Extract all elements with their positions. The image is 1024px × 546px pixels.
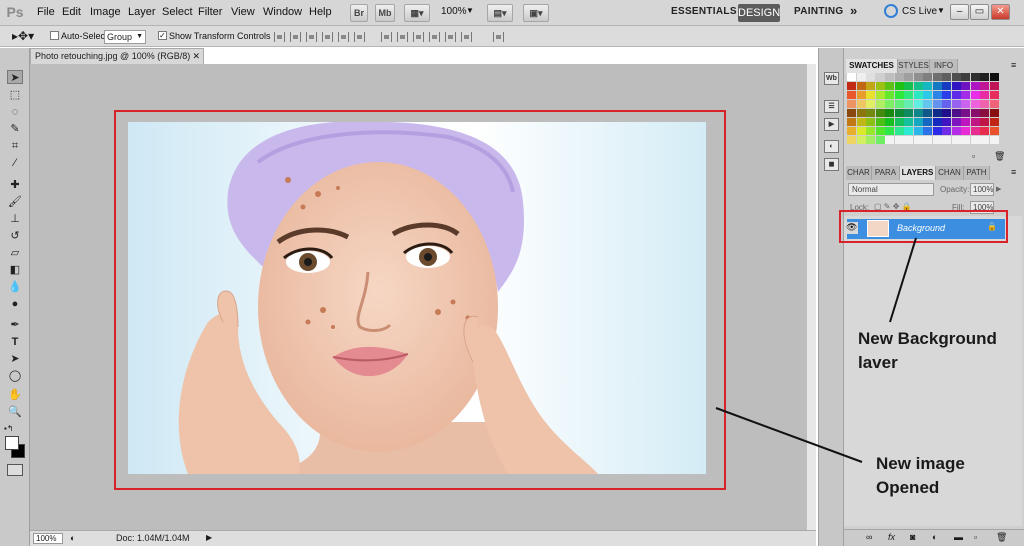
image-annotation-arrow (715, 407, 863, 463)
layer-annotation-arrow (889, 237, 917, 323)
annotation-arrows (715, 237, 917, 463)
annotation-layer: New Background laver (858, 327, 997, 375)
annotation-image: New image Opened (876, 452, 965, 500)
foreground-color-swatch[interactable] (5, 436, 19, 450)
annotation-layer-line1: New Background (858, 329, 997, 348)
annotation-image-line2: Opened (876, 478, 940, 497)
annotation-image-line1: New image (876, 454, 965, 473)
annotation-layer-line2: laver (858, 353, 898, 372)
